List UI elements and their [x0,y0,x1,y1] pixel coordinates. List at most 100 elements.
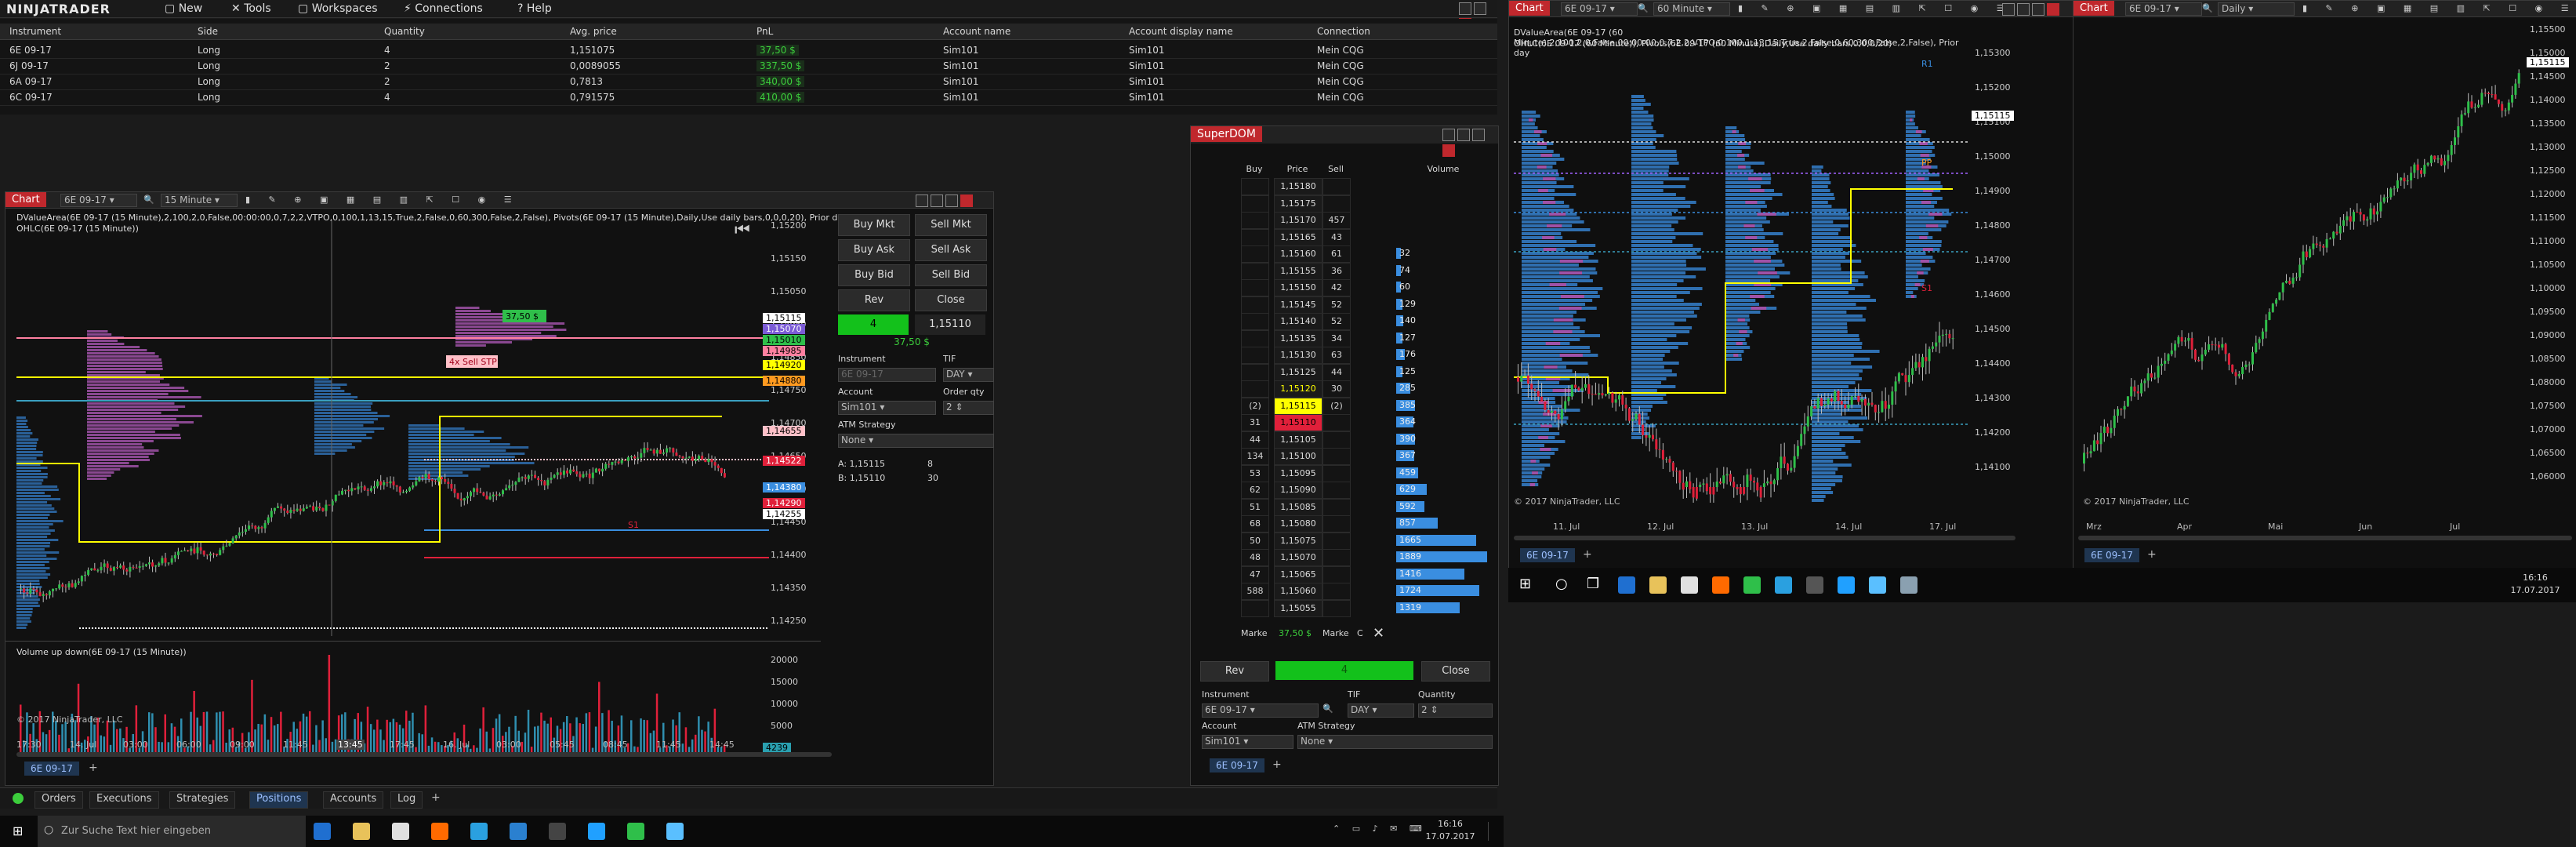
taskbar-app-icon[interactable] [1681,576,1698,594]
taskbar-app-icon[interactable] [1743,576,1761,594]
dom-buy-cell[interactable] [1241,599,1269,617]
dom-buy-cell[interactable] [1241,194,1269,213]
dom-buy-cell[interactable]: 48 [1241,549,1269,566]
tab-positions[interactable]: Positions [249,791,309,809]
taskbar-app-icon[interactable] [353,823,370,840]
dom-price-cell[interactable]: 1,15110 [1274,414,1322,431]
taskbar-app-icon[interactable] [470,823,488,840]
dom-sell-cell[interactable] [1322,414,1351,431]
dom-buy-cell[interactable] [1241,279,1269,296]
dom-buy-cell[interactable]: 134 [1241,448,1269,465]
dom-price-cell[interactable]: 1,15180 [1274,178,1322,195]
dom-sell-cell[interactable]: 34 [1322,329,1351,347]
dom-sell-cell[interactable] [1322,178,1351,195]
reverse-button[interactable]: Rev [838,289,910,311]
tab-accounts[interactable]: Accounts [323,791,384,809]
dom-sell-cell[interactable]: 52 [1322,313,1351,330]
col-avg-price[interactable]: Avg. price [570,26,617,37]
dom-sell-cell[interactable]: 42 [1322,279,1351,296]
dom-buy-cell[interactable]: 53 [1241,464,1269,482]
taskbar-right-clock-date[interactable]: 17.07.2017 [2504,585,2567,595]
dom-row[interactable]: 1,15165 43 [1241,228,1492,246]
instrument-select[interactable]: 6E 09-17 [838,368,936,382]
dom-price-cell[interactable]: 1,15085 [1274,498,1322,516]
dom-row[interactable]: 1,15180 [1241,178,1492,195]
dom-buy-cell[interactable]: 68 [1241,515,1269,533]
add-tab-button[interactable]: + [431,791,441,804]
dom-sell-cell[interactable]: 43 [1322,228,1351,246]
dom-row[interactable]: 68 1,15080 857 [1241,515,1492,533]
taskbar-app-icon[interactable] [1712,576,1729,594]
chart1-scroll-start-icon[interactable]: ⏮ [735,220,750,240]
dom-sell-cell[interactable]: 52 [1322,296,1351,314]
dom-row[interactable]: 134 1,15100 367 [1241,448,1492,465]
dom-sell-cell[interactable] [1322,448,1351,465]
chart2-window-buttons[interactable] [2000,3,2059,19]
dom-sell-cell[interactable] [1322,565,1351,583]
dom-price-cell[interactable]: 1,15155 [1274,262,1322,280]
dom-buy-cell[interactable] [1241,212,1269,229]
dom-row[interactable]: 588 1,15060 1724 [1241,583,1492,600]
menu-new[interactable]: ▢ New [165,2,202,15]
dom-ladder[interactable]: 1,15180 1,15175 1,15170 457 1,15165 43 1,15160… [1241,178,1492,617]
dom-sell-cell[interactable] [1322,515,1351,533]
dom-buy-cell[interactable]: (2) [1241,397,1269,415]
dom-price-cell[interactable]: 1,15065 [1274,565,1322,583]
dom-sell-cell[interactable]: 61 [1322,245,1351,263]
dom-row[interactable]: 1,15140 52 140 [1241,313,1492,330]
tab-executions[interactable]: Executions [89,791,159,809]
chart2-add-tab-button[interactable]: + [1583,548,1592,561]
dom-reverse-button[interactable]: Rev [1200,661,1269,682]
dom-row[interactable]: 1,15125 44 125 [1241,363,1492,381]
chart3-scrollbar[interactable] [2078,536,2572,540]
dom-price-cell[interactable]: 1,15075 [1274,532,1322,550]
dom-price-cell[interactable]: 1,15150 [1274,279,1322,296]
chart1-instrument-select[interactable]: 6E 09-17 ▾ [60,194,137,207]
dom-row[interactable]: 1,15145 52 129 [1241,296,1492,314]
taskbar-app-icon[interactable] [431,823,448,840]
dom-buy-cell[interactable] [1241,178,1269,195]
taskbar-app-icon[interactable] [588,823,605,840]
taskbar-app-icon[interactable] [1806,576,1823,594]
chart1-scrollbar[interactable] [16,752,832,757]
dom-tif-select[interactable]: DAY ▾ [1348,703,1414,718]
table-row[interactable]: 6A 09-17 Long 2 0,7813 340,00 $ Sim101 Sim101 M… [0,74,1497,90]
dom-instrument-select[interactable]: 6E 09-17 ▾ [1202,703,1319,718]
chart2-price-plot[interactable]: R1 PP S1 [1514,48,1968,503]
atm-strategy-select[interactable]: None ▾ [838,434,994,448]
dom-row[interactable]: 51 1,15085 592 [1241,498,1492,516]
taskbar-app-icon[interactable] [314,823,331,840]
dom-price-cell[interactable]: 1,15115 [1274,397,1322,415]
dom-price-cell[interactable]: 1,15165 [1274,228,1322,246]
dom-buy-cell[interactable] [1241,329,1269,347]
task-view-icon[interactable]: ❐ [1587,576,1599,592]
dom-row[interactable]: 31 1,15110 364 [1241,414,1492,431]
dom-quantity-stepper[interactable]: 2 ⇕ [1418,703,1493,718]
taskbar-app-icon[interactable] [1618,576,1635,594]
dom-sell-cell[interactable] [1322,549,1351,566]
dom-row[interactable]: 1,15130 63 176 [1241,347,1492,364]
search-icon[interactable]: ○ [1555,576,1568,592]
chart2-interval-select[interactable]: 60 Minute ▾ [1653,2,1730,16]
taskbar-app-icon[interactable] [1775,576,1792,594]
dom-buy-cell[interactable]: 31 [1241,414,1269,431]
order-qty-stepper[interactable]: 2 ⇕ [943,401,994,415]
dom-row[interactable]: 1,15120 30 285 [1241,380,1492,398]
dom-account-select[interactable]: Sim101 ▾ [1202,735,1293,749]
dom-buy-cell[interactable] [1241,296,1269,314]
dom-row[interactable]: 50 1,15075 1665 [1241,532,1492,550]
dom-price-cell[interactable]: 1,15090 [1274,482,1322,499]
system-tray-icons[interactable]: ⌃ ▭ ♪ ✉ ⌨ [1333,823,1427,834]
taskbar-right-clock-time[interactable]: 16:16 [2504,573,2567,583]
dom-buy-cell[interactable]: 44 [1241,431,1269,449]
search-icon[interactable]: 🔍 [2202,3,2213,13]
dom-market-sell-button[interactable]: Marke [1322,628,1349,638]
dom-sell-cell[interactable]: 30 [1322,380,1351,398]
taskbar-app-icon[interactable] [1649,576,1667,594]
dom-row[interactable]: 1,15135 34 127 [1241,329,1492,347]
dom-sell-cell[interactable] [1322,464,1351,482]
dom-row[interactable]: 1,15160 61 32 [1241,245,1492,263]
search-icon[interactable]: 🔍 [1322,703,1333,714]
chart2-tool-icons[interactable]: ▮ ✎ ⊕ ▣ ▦ ▤ ▥ ⇱ ☐ ◉ ☰ [1738,3,2012,13]
dom-price-cell[interactable]: 1,15095 [1274,464,1322,482]
